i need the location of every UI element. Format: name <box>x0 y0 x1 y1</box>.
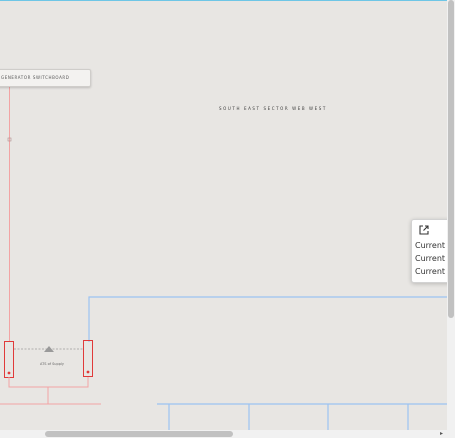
generator-switchboard-label[interactable]: GENERATOR SWITCHBOARD <box>0 69 91 87</box>
ats-label: ATS of Supply <box>40 362 65 366</box>
horizontal-scrollbar-thumb[interactable] <box>45 431 233 437</box>
sector-title: SOUTH EAST SECTOR WEB WEST <box>219 106 327 111</box>
tooltip-popup: Current P Current P Current P <box>411 219 452 283</box>
utility-feeder-line <box>88 296 447 342</box>
scroll-right-arrow-icon[interactable]: ▸ <box>440 430 443 438</box>
single-line-diagram <box>0 85 447 430</box>
breaker-right-indicator <box>86 370 90 374</box>
horizontal-scrollbar[interactable]: ▸ <box>0 430 447 438</box>
vertical-scrollbar[interactable] <box>447 0 455 438</box>
output-bus-left <box>8 377 89 388</box>
vertical-scrollbar-thumb[interactable] <box>448 0 454 318</box>
breaker-left-indicator <box>7 371 11 375</box>
external-link-icon[interactable] <box>418 224 430 236</box>
